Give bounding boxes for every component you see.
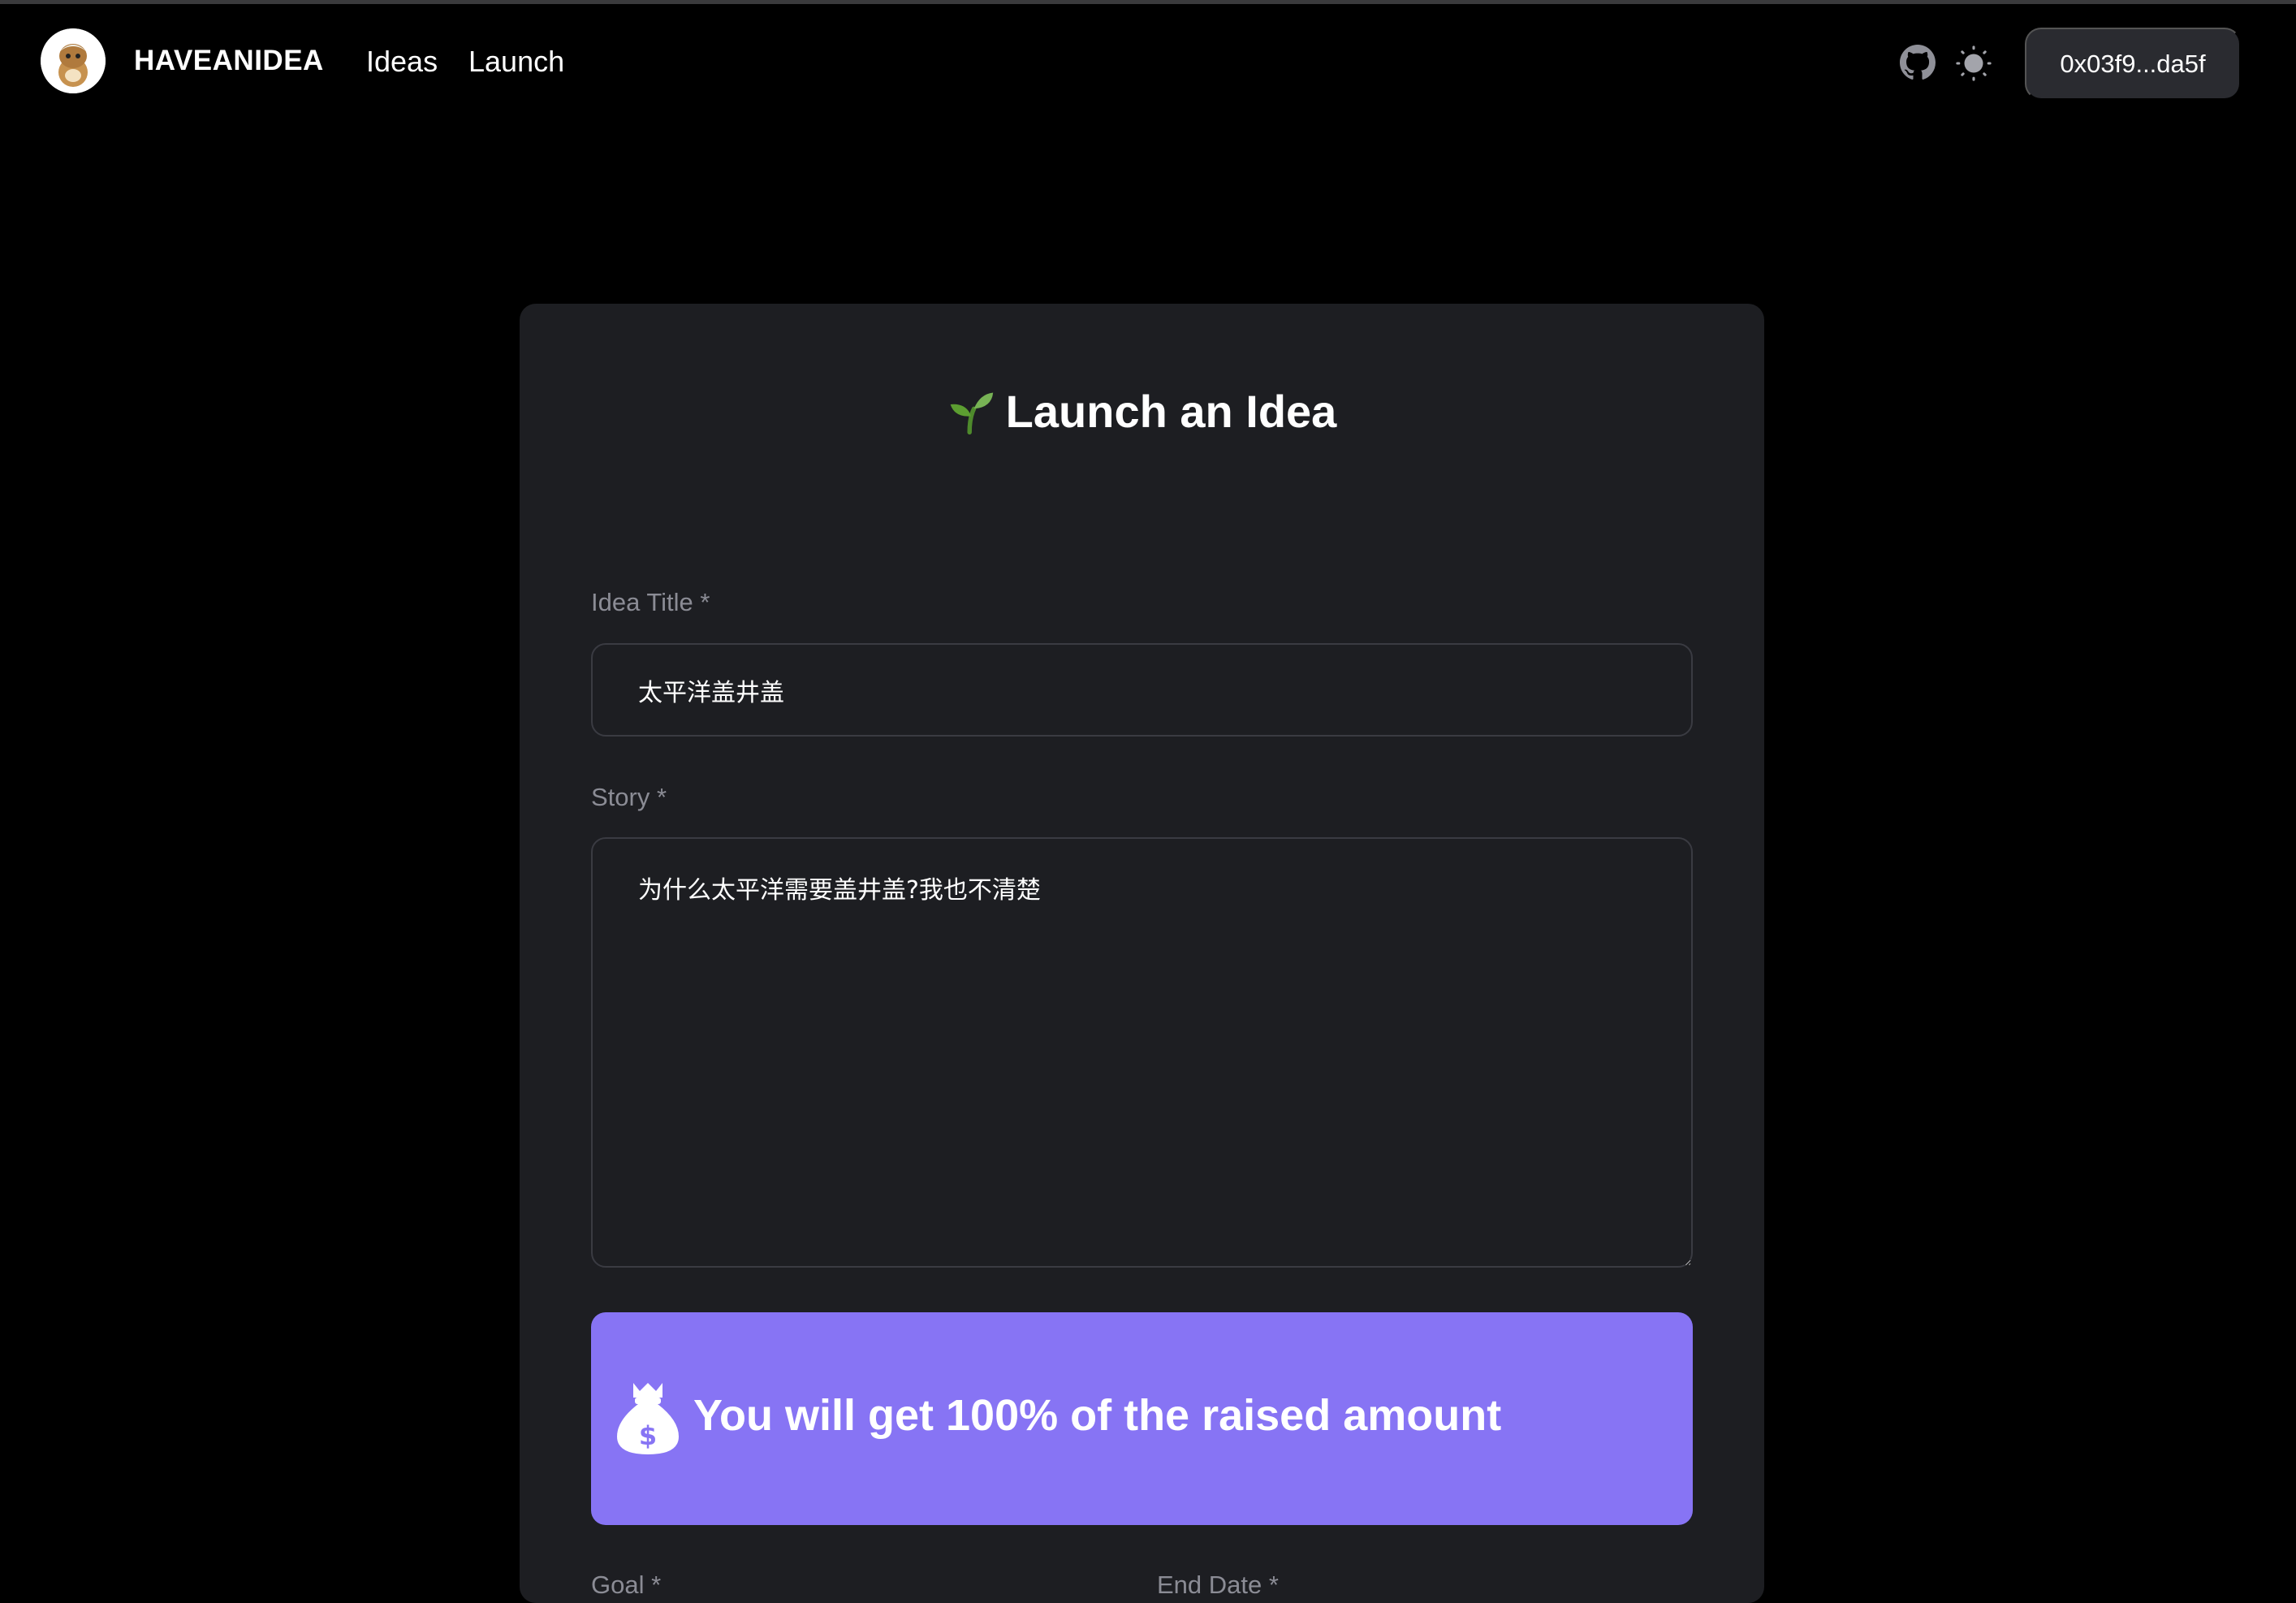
money-bag-icon: $ bbox=[617, 1383, 679, 1454]
launch-idea-card: Launch an Idea Idea Title * Story * 为什么太… bbox=[520, 304, 1764, 1603]
logo-icon bbox=[41, 28, 106, 93]
goal-label: Goal * bbox=[591, 1571, 662, 1599]
github-icon[interactable] bbox=[1900, 45, 1936, 80]
idea-title-input[interactable] bbox=[591, 643, 1693, 737]
logo-avatar[interactable] bbox=[41, 28, 106, 93]
wallet-address-button[interactable]: 0x03f9...da5f bbox=[2025, 28, 2241, 100]
story-label: Story * bbox=[591, 783, 667, 811]
end-date-label: End Date * bbox=[1157, 1571, 1279, 1599]
top-navbar: HAVEANIDEA Ideas Launch 0x03f9...da5f bbox=[0, 4, 2296, 118]
story-textarea[interactable]: 为什么太平洋需要盖井盖?我也不清楚 bbox=[591, 837, 1693, 1268]
brand-name[interactable]: HAVEANIDEA bbox=[134, 45, 324, 77]
sprout-icon bbox=[950, 391, 993, 434]
raised-amount-text: You will get 100% of the raised amount bbox=[693, 1391, 1502, 1440]
nav-ideas-link[interactable]: Ideas bbox=[366, 45, 438, 79]
idea-title-label: Idea Title * bbox=[591, 588, 710, 616]
svg-text:$: $ bbox=[639, 1420, 657, 1451]
sun-icon[interactable] bbox=[1955, 45, 1992, 82]
raised-amount-banner: $ You will get 100% of the raised amount bbox=[591, 1312, 1693, 1525]
nav-launch-link[interactable]: Launch bbox=[468, 45, 564, 79]
page-title-text: Launch an Idea bbox=[1005, 386, 1337, 437]
page-title: Launch an Idea bbox=[520, 385, 1764, 438]
